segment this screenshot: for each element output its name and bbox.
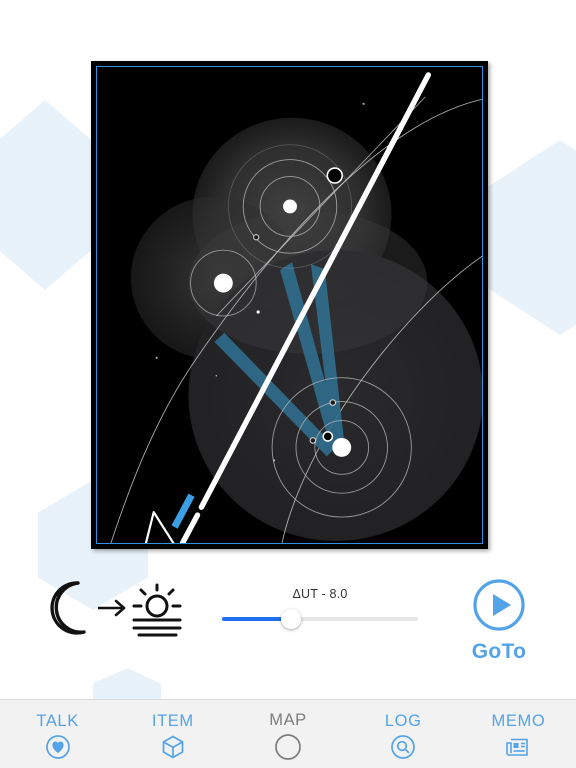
moon-icon xyxy=(50,581,86,635)
body-moon-left xyxy=(256,310,260,314)
body-star-left xyxy=(213,273,233,293)
cube-icon xyxy=(160,734,186,760)
goto-label: GoTo xyxy=(471,640,527,663)
heart-circle-icon xyxy=(45,734,71,760)
star-map-viewport[interactable] xyxy=(96,66,483,544)
sunrise-icon xyxy=(132,583,182,637)
bottom-tab-bar: TALK ITEM MAP LOG MEMO xyxy=(0,699,576,768)
star-map-panel[interactable] xyxy=(91,61,488,549)
night-to-day-toggle[interactable] xyxy=(40,577,185,639)
decorative-hexagon-left-top xyxy=(0,100,100,290)
tab-item-label: ITEM xyxy=(151,712,194,730)
star-map-canvas[interactable] xyxy=(97,67,482,543)
goto-button[interactable]: GoTo xyxy=(460,577,538,664)
decorative-hexagon-right xyxy=(485,140,576,335)
play-circle-icon xyxy=(473,579,525,631)
tab-map[interactable]: MAP xyxy=(230,700,345,768)
body-star-lower xyxy=(332,437,352,457)
tab-talk-label: TALK xyxy=(36,712,79,730)
arrow-right-icon xyxy=(98,599,126,617)
body-moon-lower-b xyxy=(329,399,337,406)
app-root: ΔUT - 8.0 GoTo TALK ITEM MAP LOG MEMO xyxy=(0,0,576,768)
tab-memo[interactable]: MEMO xyxy=(461,700,576,768)
delta-ut-label: ΔUT - 8.0 xyxy=(292,587,348,601)
tab-log-label: LOG xyxy=(384,712,422,730)
tab-memo-label: MEMO xyxy=(491,712,546,730)
delta-ut-slider-group[interactable]: ΔUT - 8.0 xyxy=(222,587,418,629)
delta-ut-slider-track[interactable] xyxy=(222,609,418,629)
compass-icon xyxy=(274,733,302,761)
search-circle-icon xyxy=(390,734,416,760)
tab-map-label: MAP xyxy=(269,711,307,729)
control-row: ΔUT - 8.0 GoTo xyxy=(0,565,576,665)
night-to-day-icon-group xyxy=(50,581,182,637)
body-star-upper xyxy=(283,199,297,214)
body-moon-lower-a xyxy=(309,437,317,444)
body-planet-dark-upper xyxy=(326,167,344,184)
delta-ut-slider-thumb[interactable] xyxy=(280,609,301,629)
body-moon-upper xyxy=(253,234,260,241)
tab-log[interactable]: LOG xyxy=(346,700,461,768)
tab-item[interactable]: ITEM xyxy=(115,700,230,768)
body-planet-dark-lower xyxy=(322,431,334,442)
newspaper-icon xyxy=(505,734,531,760)
tab-talk[interactable]: TALK xyxy=(0,700,115,768)
